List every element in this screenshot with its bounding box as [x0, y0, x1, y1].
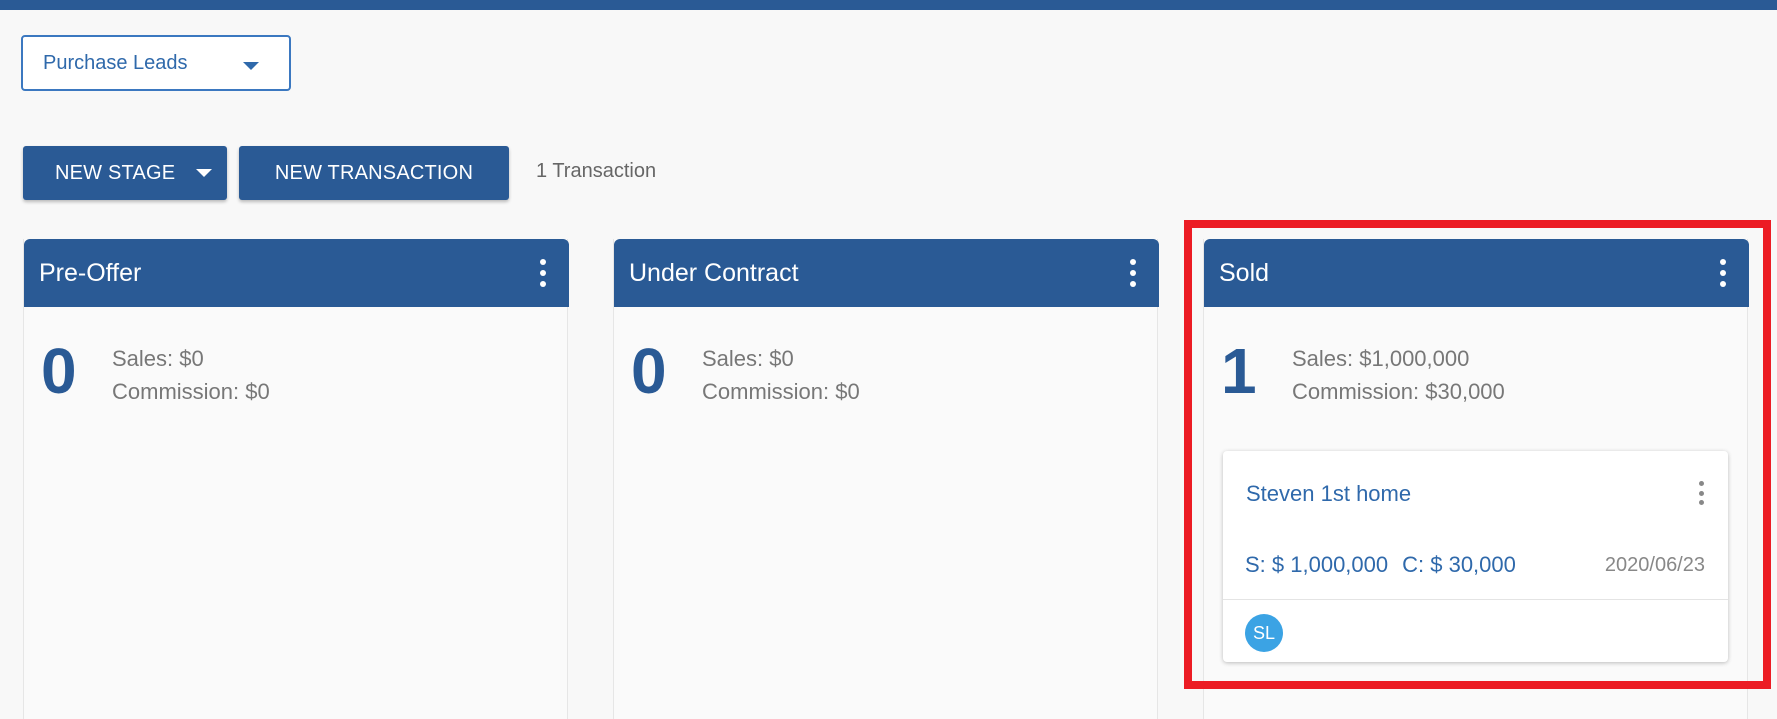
dropdown-arrow-icon[interactable]	[196, 169, 212, 177]
chevron-down-icon	[243, 62, 259, 70]
stage-column-pre-offer: Pre-Offer 0 Sales: $0 Commission: $0	[23, 239, 569, 719]
avatar-initials: SL	[1252, 622, 1276, 643]
more-vert-icon[interactable]	[1699, 481, 1705, 505]
stage-header: Pre-Offer	[24, 239, 569, 307]
more-vert-icon[interactable]	[1130, 259, 1136, 287]
stage-sales: Sales: $0	[112, 346, 204, 371]
stage-sales: Sales: $1,000,000	[1292, 346, 1470, 371]
stage-stats: Sales: $1,000,000 Commission: $30,000	[1292, 342, 1505, 408]
stage-sales: Sales: $0	[702, 346, 794, 371]
transaction-amounts: S: $ 1,000,000 C: $ 30,000	[1245, 552, 1516, 578]
stage-commission: Commission: $0	[112, 379, 270, 404]
stage-title: Under Contract	[629, 259, 799, 287]
stage-header: Under Contract	[614, 239, 1159, 307]
pipeline-select-value: Purchase Leads	[43, 51, 188, 74]
stage-stats: Sales: $0 Commission: $0	[112, 342, 270, 408]
stage-count: 0	[41, 335, 77, 407]
divider	[1223, 599, 1728, 600]
new-transaction-button[interactable]: NEW TRANSACTION	[239, 146, 509, 200]
stage-title: Sold	[1219, 259, 1270, 287]
stage-title: Pre-Offer	[39, 259, 142, 287]
stage-commission: Commission: $0	[702, 379, 860, 404]
more-vert-icon[interactable]	[1720, 259, 1726, 287]
stage-commission: Commission: $30,000	[1292, 379, 1505, 404]
new-transaction-label: NEW TRANSACTION	[274, 161, 474, 184]
stage-header: Sold	[1204, 239, 1749, 307]
more-vert-icon[interactable]	[540, 259, 546, 287]
transaction-date: 2020/06/23	[1604, 554, 1705, 576]
top-bar	[0, 0, 1777, 10]
new-stage-button[interactable]: NEW STAGE	[23, 146, 227, 200]
stage-count: 1	[1221, 335, 1257, 407]
transaction-count: 1 Transaction	[536, 160, 657, 182]
transaction-title[interactable]: Steven 1st home	[1246, 481, 1411, 507]
transaction-commission: C: $ 30,000	[1402, 552, 1516, 577]
avatar[interactable]: SL	[1245, 614, 1283, 652]
stage-column-under-contract: Under Contract 0 Sales: $0 Commission: $…	[613, 239, 1159, 719]
new-stage-label: NEW STAGE	[55, 161, 176, 184]
stage-stats: Sales: $0 Commission: $0	[702, 342, 860, 408]
transaction-sales: S: $ 1,000,000	[1245, 552, 1389, 577]
transaction-card[interactable]: Steven 1st home S: $ 1,000,000 C: $ 30,00…	[1223, 451, 1728, 662]
stage-column-sold: Sold 1 Sales: $1,000,000 Commission: $30…	[1203, 239, 1749, 719]
stage-count: 0	[631, 335, 667, 407]
pipeline-select[interactable]: Purchase Leads	[21, 35, 291, 91]
